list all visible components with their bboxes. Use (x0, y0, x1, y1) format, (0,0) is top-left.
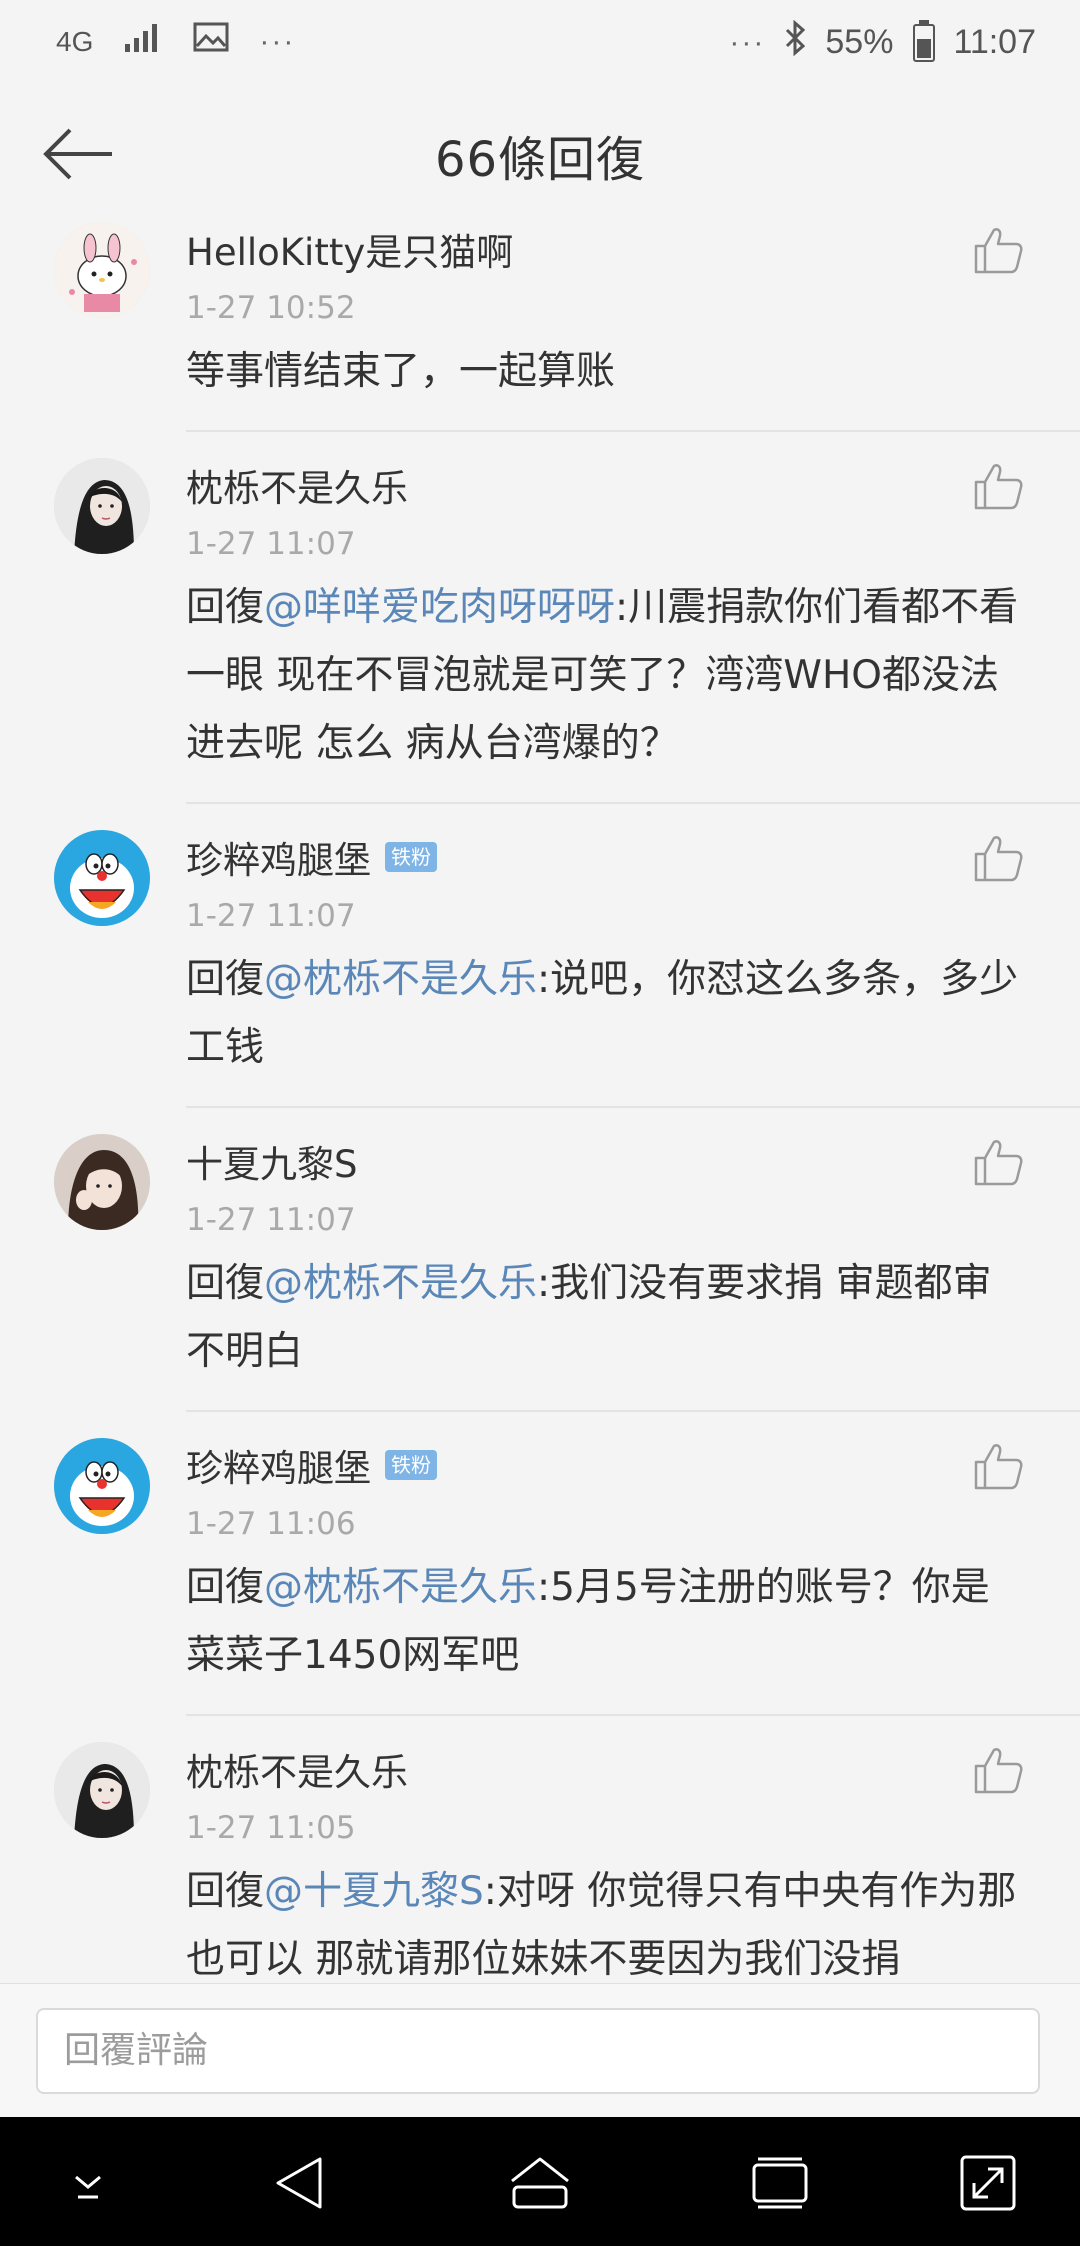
comment-time: 1-27 11:06 (186, 1506, 356, 1542)
battery-icon (913, 19, 936, 62)
comment-text: 回復@枕栎不是久乐:我们没有要求捐 审题都审不明白 (186, 1250, 1020, 1386)
comment-text: 等事情结束了，一起算账 (186, 338, 1020, 406)
comment-text: 回復@枕栎不是久乐:说吧，你怼这么多条，多少工钱 (186, 946, 1020, 1082)
recents-icon (752, 2157, 808, 2209)
fan-badge: 铁粉 (385, 1450, 437, 1480)
like-button[interactable] (972, 1136, 1024, 1188)
nav-expand-button[interactable] (952, 2147, 1024, 2219)
mention-link[interactable]: @十夏九黎S (264, 1869, 484, 1914)
home-icon (511, 2157, 569, 2209)
comment-body: 等事情结束了，一起算账 (186, 349, 616, 394)
fan-badge: 铁粉 (385, 842, 437, 872)
comment-author[interactable]: 枕栎不是久乐 (186, 1742, 408, 1796)
comment-time: 1-27 11:05 (186, 1810, 356, 1846)
thumbs-up-icon (974, 1748, 1023, 1794)
mention-link[interactable]: @枕栎不是久乐 (264, 1261, 537, 1306)
hide-keyboard-button[interactable] (52, 2147, 124, 2219)
comment-item[interactable]: HelloKitty是只猫啊 1-27 10:52 等事情结束了，一起算账 (0, 218, 1080, 430)
page-title: 66條回復 (434, 132, 646, 188)
girl-avatar[interactable] (54, 458, 150, 554)
thumbs-up-icon (974, 836, 1023, 882)
thumbs-up-icon (974, 1140, 1023, 1186)
like-button[interactable] (972, 460, 1024, 512)
girl-avatar[interactable] (54, 1742, 150, 1838)
expand-icon (960, 2155, 1016, 2211)
reply-comment-input[interactable]: 回覆評論 (36, 2008, 1040, 2094)
system-nav-bar (0, 2117, 1080, 2246)
network-type: 4G (56, 25, 94, 57)
reply-prefix: 回復 (186, 1565, 265, 1610)
reply-prefix: 回復 (186, 1869, 265, 1914)
hellokitty-avatar[interactable] (54, 222, 150, 318)
like-button[interactable] (972, 832, 1024, 884)
status-bar: 4G ··· ··· 55% 11:07 (0, 0, 1080, 90)
header: 66條回復 (0, 90, 1080, 220)
nav-recents-button[interactable] (744, 2147, 816, 2219)
mention-link[interactable]: @枕栎不是久乐 (264, 957, 537, 1002)
reply-prefix: 回復 (186, 1261, 265, 1306)
comment-author[interactable]: 十夏九黎S (186, 1134, 358, 1188)
nav-home-button[interactable] (504, 2147, 576, 2219)
reply-prefix: 回復 (186, 585, 265, 630)
more-notifications-icon: ··· (259, 24, 296, 58)
clock: 11:07 (953, 23, 1036, 61)
comment-item[interactable]: 枕栎不是久乐 1-27 11:07 回復@咩咩爱吃肉呀呀呀:川震捐款你们看都不看… (0, 430, 1080, 802)
comment-list[interactable]: HelloKitty是只猫啊 1-27 10:52 等事情结束了，一起算账 枕栎… (0, 218, 1080, 1983)
comment-text: 回復@枕栎不是久乐:5月5号注册的账号？你是菜菜子1450网军吧 (186, 1554, 1020, 1690)
thumbs-up-icon (974, 228, 1023, 274)
like-button[interactable] (972, 224, 1024, 276)
mention-link[interactable]: @咩咩爱吃肉呀呀呀 (264, 585, 615, 630)
back-icon (276, 2157, 322, 2209)
comment-author[interactable]: 珍粹鸡腿堡 (186, 830, 371, 884)
like-button[interactable] (972, 1744, 1024, 1796)
reply-bar: 回覆評論 (0, 1983, 1080, 2118)
like-button[interactable] (972, 1440, 1024, 1492)
comment-author[interactable]: HelloKitty是只猫啊 (186, 222, 513, 276)
image-notification-icon (193, 22, 229, 61)
doraemon-avatar[interactable] (54, 830, 150, 926)
comment-item[interactable]: 珍粹鸡腿堡 铁粉 1-27 11:07 回復@枕栎不是久乐:说吧，你怼这么多条，… (0, 802, 1080, 1106)
photo-avatar[interactable] (54, 1134, 150, 1230)
thumbs-up-icon (974, 464, 1023, 510)
comment-item[interactable]: 枕栎不是久乐 1-27 11:05 回復@十夏九黎S:对呀 你觉得只有中央有作为… (0, 1714, 1080, 1983)
comment-time: 1-27 10:52 (186, 290, 356, 326)
comment-time: 1-27 11:07 (186, 898, 356, 934)
doraemon-avatar[interactable] (54, 1438, 150, 1534)
comment-author[interactable]: 枕栎不是久乐 (186, 458, 408, 512)
mention-link[interactable]: @枕栎不是久乐 (264, 1565, 537, 1610)
comment-time: 1-27 11:07 (186, 1202, 356, 1238)
comment-item[interactable]: 珍粹鸡腿堡 铁粉 1-27 11:06 回復@枕栎不是久乐:5月5号注册的账号？… (0, 1410, 1080, 1714)
reply-prefix: 回復 (186, 957, 265, 1002)
thumbs-up-icon (974, 1444, 1023, 1490)
comment-text: 回復@十夏九黎S:对呀 你觉得只有中央有作为那也可以 那就请那位妹妹不要因为我们… (186, 1858, 1020, 1983)
battery-percent: 55% (825, 23, 894, 61)
more-status-icon: ··· (729, 25, 766, 59)
comment-item[interactable]: 十夏九黎S 1-27 11:07 回復@枕栎不是久乐:我们没有要求捐 审题都审不… (0, 1106, 1080, 1410)
signal-icon (123, 22, 163, 61)
comment-text: 回復@咩咩爱吃肉呀呀呀:川震捐款你们看都不看一眼 现在不冒泡就是可笑了？湾湾WH… (186, 574, 1020, 778)
comment-author[interactable]: 珍粹鸡腿堡 (186, 1438, 371, 1492)
bluetooth-icon (783, 19, 807, 65)
hide-keyboard-icon (75, 2175, 101, 2199)
comment-time: 1-27 11:07 (186, 526, 356, 562)
nav-back-button[interactable] (264, 2147, 336, 2219)
